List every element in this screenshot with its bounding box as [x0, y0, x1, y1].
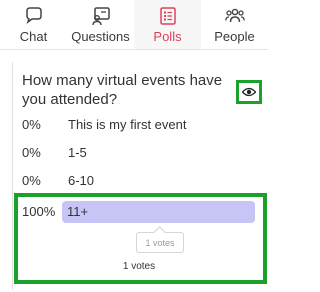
questions-icon: [91, 7, 110, 26]
tab-questions-label: Questions: [71, 29, 130, 44]
view-results-button[interactable]: [236, 80, 262, 104]
eye-icon: [242, 87, 256, 97]
option-percent: 100%: [22, 204, 56, 219]
option-percent: 0%: [22, 116, 41, 132]
tab-polls-label: Polls: [153, 29, 182, 44]
option-label: 1-5: [68, 144, 87, 160]
option-label: 11+: [67, 204, 89, 219]
chat-icon: [25, 7, 42, 25]
poll-option[interactable]: 0% This is my first event: [22, 114, 186, 134]
tab-chat-label: Chat: [19, 29, 48, 44]
tab-questions[interactable]: Questions: [67, 0, 134, 49]
votes-tooltip: 1 votes: [136, 232, 184, 253]
poll-option[interactable]: 0% 6-10: [22, 170, 94, 190]
people-icon: [224, 8, 245, 23]
result-bar[interactable]: [62, 201, 255, 223]
tab-chat[interactable]: Chat: [0, 0, 67, 49]
total-votes: 1 votes: [122, 261, 156, 272]
poll-question: How many virtual events have you attende…: [22, 72, 223, 108]
tab-people-label: People: [214, 29, 255, 44]
tab-polls[interactable]: Polls: [134, 0, 201, 49]
option-label: This is my first event: [68, 116, 187, 132]
option-percent: 0%: [22, 144, 41, 160]
poll-option[interactable]: 0% 1-5: [22, 142, 87, 162]
polls-icon: [159, 7, 176, 25]
tab-people[interactable]: People: [201, 0, 268, 49]
option-percent: 0%: [22, 172, 41, 188]
option-label: 6-10: [68, 172, 95, 188]
tooltip-text: 1 votes: [145, 237, 175, 248]
tab-bar: Chat Questions Polls People: [0, 0, 268, 50]
